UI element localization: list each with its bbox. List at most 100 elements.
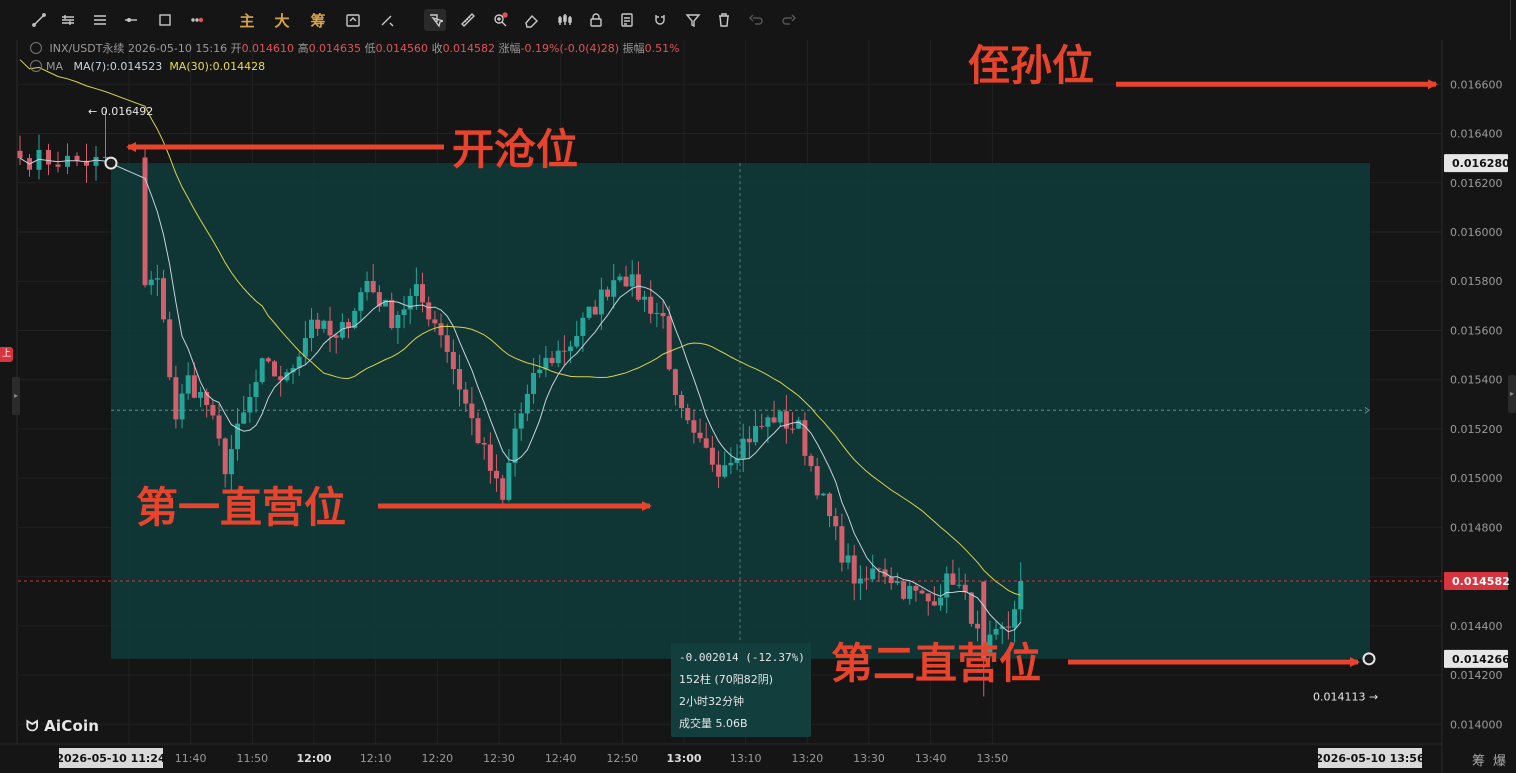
candle-body [697, 432, 703, 439]
candle-body [839, 526, 845, 563]
candle-body [1012, 609, 1018, 628]
candle-body [833, 516, 839, 527]
candle-body [691, 420, 697, 433]
lock-icon[interactable] [585, 9, 607, 31]
candle-body [950, 573, 956, 585]
horizontal-ray-icon[interactable] [120, 9, 142, 31]
candle-body [642, 296, 648, 300]
candle-body [938, 597, 944, 606]
corner-tabs: 筹爆 [1472, 750, 1514, 769]
candle-body [888, 576, 894, 584]
amplitude-label: 振幅 [622, 42, 645, 55]
calendar-sync-icon[interactable] [342, 9, 364, 31]
ruler-icon[interactable] [457, 9, 479, 31]
candle-body [167, 319, 173, 378]
high-value: 0.014635 [308, 42, 362, 55]
candle-body [142, 157, 148, 286]
open-value: 0.014610 [241, 42, 295, 55]
range-handle-end [1362, 652, 1376, 666]
candle-body [968, 592, 974, 624]
side-badge[interactable]: 上 [0, 347, 13, 362]
more-tools-icon[interactable] [187, 9, 209, 31]
main-indicator-button[interactable]: 主 [236, 9, 258, 31]
legend-row-ma: MA MA(7):0.014523 MA(30):0.014428 [30, 58, 680, 76]
close-value: 0.014582 [442, 42, 496, 55]
candle-body [74, 155, 80, 161]
filter-icon[interactable] [682, 9, 704, 31]
candle-body [611, 280, 617, 297]
time-tick: 11:50 [236, 752, 268, 765]
change-value: -0.19%(-0.0(4)28) [520, 42, 620, 55]
candle-body [993, 628, 999, 635]
candle-pattern-icon[interactable] [554, 9, 576, 31]
change-label: 涨幅 [498, 42, 521, 55]
candle-body [315, 319, 321, 329]
magnet-icon[interactable] [649, 9, 671, 31]
range-bars: 152柱 (70阳82阴) [679, 673, 774, 686]
low-label: 低 [364, 42, 376, 55]
candle-body [975, 623, 981, 629]
candle-body [808, 455, 814, 467]
candle-body [1005, 626, 1011, 628]
left-collapse-button[interactable]: ▸ [12, 377, 20, 415]
candle-body [531, 373, 537, 394]
ohlc-legend: INX/USDT永续 2026-05-10 15:16 开0.014610 高0… [30, 40, 680, 76]
candle-body [931, 601, 937, 606]
horizontal-lines-icon[interactable] [89, 9, 111, 31]
brush-settings-icon[interactable] [376, 9, 398, 31]
symbol-settings-icon[interactable] [30, 42, 42, 54]
undo-icon[interactable] [745, 9, 767, 31]
candle-body [198, 392, 204, 398]
price-tick: 0.014000 [1450, 718, 1503, 731]
amplitude-value: 0.51% [644, 42, 680, 55]
ma7-value: MA(7):0.014523 [73, 60, 163, 73]
range-duration: 2小时32分钟 [679, 695, 744, 708]
candle-body [740, 438, 746, 459]
toolbar-divider [1510, 0, 1511, 40]
zoom-alert-icon[interactable] [489, 9, 511, 31]
price-axis[interactable]: 0.016600 0.016400 0.016200 0.016000 0.015800… [1450, 78, 1503, 731]
ma-settings-icon[interactable] [30, 60, 42, 72]
time-tick: 13:20 [792, 752, 824, 765]
candle-body [592, 306, 598, 315]
symbol-name[interactable]: INX/USDT永续 [50, 42, 125, 55]
eraser-icon[interactable] [520, 9, 542, 31]
cursor-select-icon[interactable] [424, 9, 446, 31]
price-tick: 0.016600 [1450, 78, 1503, 91]
time-tag-start-text: 2026-05-10 11:24 [56, 752, 166, 765]
candle-body [438, 323, 444, 336]
trend-line-icon[interactable] [28, 9, 50, 31]
candle-body [777, 411, 783, 423]
corner-tab-chips[interactable]: 筹 [1472, 754, 1493, 769]
candle-body [302, 338, 308, 357]
close-label: 收 [431, 42, 443, 55]
ma-label[interactable]: MA [46, 60, 63, 73]
parallel-lines-icon[interactable] [57, 9, 79, 31]
chevron-right-icon: ▸ [1509, 389, 1514, 398]
candle-body [173, 377, 179, 420]
candle-body [17, 150, 23, 159]
candle-body [407, 296, 413, 310]
corner-tab-liquidation[interactable]: 爆 [1493, 754, 1514, 769]
candle-body [358, 292, 364, 311]
rectangle-icon[interactable] [154, 9, 176, 31]
candle-body [185, 375, 191, 394]
annotation-open-text: 开沧位 [452, 125, 578, 174]
candle-body [148, 279, 154, 286]
candle-body [321, 320, 327, 329]
time-axis[interactable]: 11:3011:4011:5012:0012:1012:2012:3012:40… [56, 748, 1425, 768]
trash-icon[interactable] [713, 9, 735, 31]
candle-body [586, 306, 592, 318]
candle-body [894, 581, 900, 584]
layers-icon[interactable] [616, 9, 638, 31]
candle-body [605, 289, 611, 297]
open-label: 开 [230, 42, 242, 55]
right-collapse-button[interactable]: ▸ [1508, 375, 1516, 413]
main-indicator-label: 主 [239, 11, 255, 30]
candle-body [191, 375, 197, 398]
redo-icon[interactable] [778, 9, 800, 31]
chip-distribution-button[interactable]: 筹 [307, 9, 329, 31]
candle-body [716, 464, 722, 477]
large-order-button[interactable]: 大 [271, 9, 293, 31]
candle-body [864, 578, 870, 580]
